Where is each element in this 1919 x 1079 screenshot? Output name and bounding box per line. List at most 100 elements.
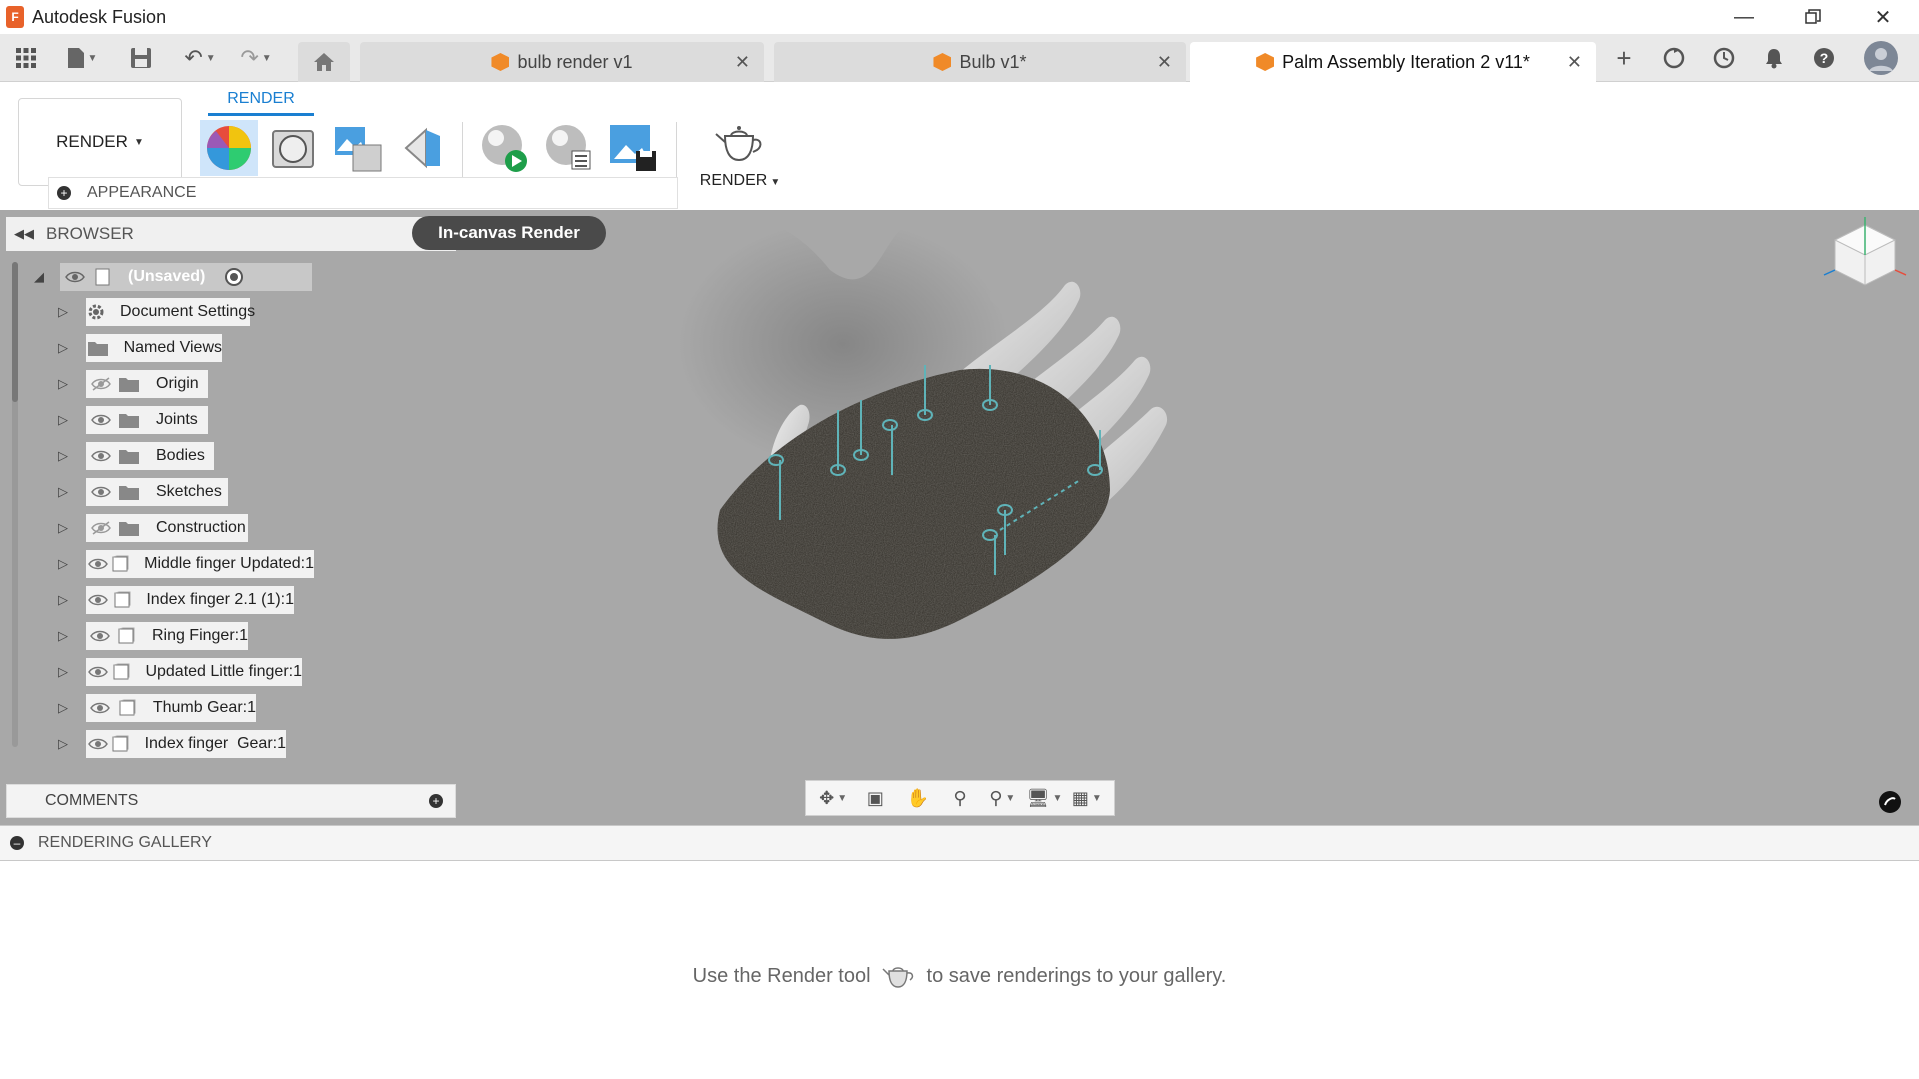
expand-triangle-icon[interactable]: ▷ bbox=[56, 448, 70, 463]
browser-node[interactable]: Bodies bbox=[86, 442, 214, 470]
minimize-button[interactable]: — bbox=[1716, 0, 1772, 34]
expand-triangle-icon[interactable]: ▷ bbox=[56, 412, 70, 427]
browser-node[interactable]: Middle finger Updated:1 bbox=[86, 550, 314, 578]
eye-icon[interactable] bbox=[86, 622, 114, 650]
render-group[interactable]: RENDER ▼ bbox=[694, 122, 786, 206]
tab-bulb-v1[interactable]: Bulb v1* ✕ bbox=[774, 42, 1186, 82]
workspace-switcher[interactable]: RENDER ▼ bbox=[18, 98, 182, 186]
appearance-button[interactable] bbox=[200, 120, 258, 176]
root-node[interactable]: (Unsaved) bbox=[60, 263, 312, 291]
in-canvas-render-button[interactable] bbox=[476, 120, 534, 176]
plus-circle-icon[interactable]: + bbox=[57, 186, 71, 200]
eye-icon[interactable] bbox=[86, 730, 110, 758]
tab-palm-assembly[interactable]: Palm Assembly Iteration 2 v11* ✕ bbox=[1190, 42, 1596, 82]
job-status-button[interactable] bbox=[1706, 42, 1742, 74]
decal-button[interactable] bbox=[392, 120, 450, 176]
browser-node[interactable]: Index finger Gear:1 bbox=[86, 730, 286, 758]
display-settings-icon[interactable]: 🖥 ▼ bbox=[1027, 784, 1063, 812]
restore-button[interactable] bbox=[1785, 0, 1841, 34]
browser-header[interactable]: ◀◀ BROWSER bbox=[6, 217, 456, 251]
eye-icon[interactable] bbox=[86, 586, 111, 614]
bubble-icon[interactable] bbox=[1878, 790, 1902, 814]
browser-node[interactable]: Sketches bbox=[86, 478, 228, 506]
add-comment-icon[interactable]: + bbox=[429, 794, 443, 808]
capture-image-button[interactable] bbox=[604, 120, 662, 176]
close-window-button[interactable]: ✕ bbox=[1855, 0, 1911, 34]
eye-icon[interactable] bbox=[86, 442, 116, 470]
file-menu-button[interactable]: ▼ bbox=[60, 42, 104, 74]
scroll-thumb[interactable] bbox=[12, 262, 18, 402]
undo-button[interactable]: ↶ ▼ bbox=[178, 42, 222, 74]
browser-node[interactable]: Index finger 2.1 (1):1 bbox=[86, 586, 294, 614]
new-tab-button[interactable]: + bbox=[1606, 42, 1642, 74]
home-tab-button[interactable] bbox=[298, 42, 350, 82]
eye-icon[interactable] bbox=[60, 263, 90, 291]
workspace-label: RENDER bbox=[56, 132, 128, 151]
grid-icon bbox=[16, 48, 36, 68]
browser-scrollbar[interactable] bbox=[12, 262, 18, 747]
eye-hidden-icon[interactable] bbox=[86, 514, 116, 542]
close-tab-icon[interactable]: ✕ bbox=[1567, 52, 1582, 73]
expand-triangle-icon[interactable]: ▷ bbox=[56, 628, 70, 643]
expand-triangle-icon[interactable]: ▷ bbox=[56, 304, 70, 319]
eye-icon[interactable] bbox=[86, 658, 110, 686]
look-at-icon[interactable]: ▣ bbox=[859, 784, 891, 812]
browser-node[interactable]: Updated Little finger:1 bbox=[86, 658, 302, 686]
help-button[interactable]: ? bbox=[1806, 42, 1842, 74]
expand-triangle-icon[interactable]: ▷ bbox=[56, 700, 70, 715]
close-tab-icon[interactable]: ✕ bbox=[735, 52, 750, 73]
grid-settings-icon[interactable]: ▦ ▼ bbox=[1071, 784, 1103, 812]
view-cube[interactable] bbox=[1820, 215, 1910, 295]
expand-triangle-icon[interactable]: ▷ bbox=[56, 340, 70, 355]
orbit-icon[interactable]: ✥ ▼ bbox=[817, 784, 849, 812]
document-icon bbox=[90, 263, 116, 291]
user-avatar[interactable] bbox=[1862, 41, 1900, 75]
pan-icon[interactable]: ✋ bbox=[902, 784, 934, 812]
tab-render[interactable]: RENDER bbox=[208, 86, 314, 116]
canvas-viewport[interactable] bbox=[0, 210, 1919, 825]
tab-bulb-render-v1[interactable]: bulb render v1 ✕ bbox=[360, 42, 764, 82]
browser-node[interactable]: Origin bbox=[86, 370, 208, 398]
expand-triangle-icon[interactable]: ▷ bbox=[56, 592, 70, 607]
browser-node[interactable]: Thumb Gear:1 bbox=[86, 694, 256, 722]
scene-settings-button[interactable] bbox=[264, 120, 322, 176]
expand-triangle-icon[interactable]: ▷ bbox=[56, 484, 70, 499]
in-canvas-render-settings-button[interactable] bbox=[540, 120, 598, 176]
tab-label: bulb render v1 bbox=[517, 51, 633, 72]
browser-item-label: Construction bbox=[156, 519, 246, 536]
redo-button[interactable]: ↷ ▼ bbox=[234, 42, 278, 74]
expand-triangle-icon[interactable]: ▷ bbox=[56, 520, 70, 535]
browser-node[interactable]: Construction bbox=[86, 514, 248, 542]
sync-button[interactable] bbox=[1656, 42, 1692, 74]
app-grid-button[interactable] bbox=[8, 42, 44, 74]
expand-triangle-icon[interactable]: ▷ bbox=[56, 376, 70, 391]
eye-icon[interactable] bbox=[86, 694, 114, 722]
notifications-button[interactable] bbox=[1756, 42, 1792, 74]
texture-map-button[interactable] bbox=[328, 120, 386, 176]
eye-hidden-icon[interactable] bbox=[86, 370, 116, 398]
expand-triangle-icon[interactable]: ▷ bbox=[56, 664, 70, 679]
browser-node[interactable]: Named Views bbox=[86, 334, 222, 362]
zoom-window-icon[interactable]: ⚲ ▼ bbox=[986, 784, 1018, 812]
eye-icon[interactable] bbox=[86, 550, 110, 578]
expand-triangle-icon[interactable]: ▷ bbox=[56, 736, 70, 751]
scene-settings-icon bbox=[272, 130, 314, 168]
appearance-panel[interactable]: + APPEARANCE bbox=[48, 177, 678, 209]
eye-icon[interactable] bbox=[86, 478, 116, 506]
expand-triangle-icon[interactable]: ▷ bbox=[56, 556, 70, 571]
collapse-triangle-icon[interactable]: ◢ bbox=[32, 269, 46, 284]
rendering-gallery-header[interactable]: – RENDERING GALLERY bbox=[0, 825, 1919, 861]
browser-node[interactable]: Document Settings bbox=[86, 298, 255, 326]
avatar-icon bbox=[1864, 41, 1898, 75]
zoom-icon[interactable]: ⚲ bbox=[944, 784, 976, 812]
browser-node[interactable]: Ring Finger:1 bbox=[86, 622, 248, 650]
eye-icon[interactable] bbox=[86, 406, 116, 434]
save-button[interactable] bbox=[126, 42, 156, 74]
collapse-icon[interactable]: ◀◀ bbox=[14, 226, 34, 242]
activate-radio-icon[interactable] bbox=[225, 268, 244, 286]
comments-panel[interactable]: COMMENTS + bbox=[6, 784, 456, 818]
close-tab-icon[interactable]: ✕ bbox=[1157, 52, 1172, 73]
minus-circle-icon[interactable]: – bbox=[10, 836, 24, 850]
folder-icon bbox=[116, 478, 142, 506]
browser-node[interactable]: Joints bbox=[86, 406, 208, 434]
